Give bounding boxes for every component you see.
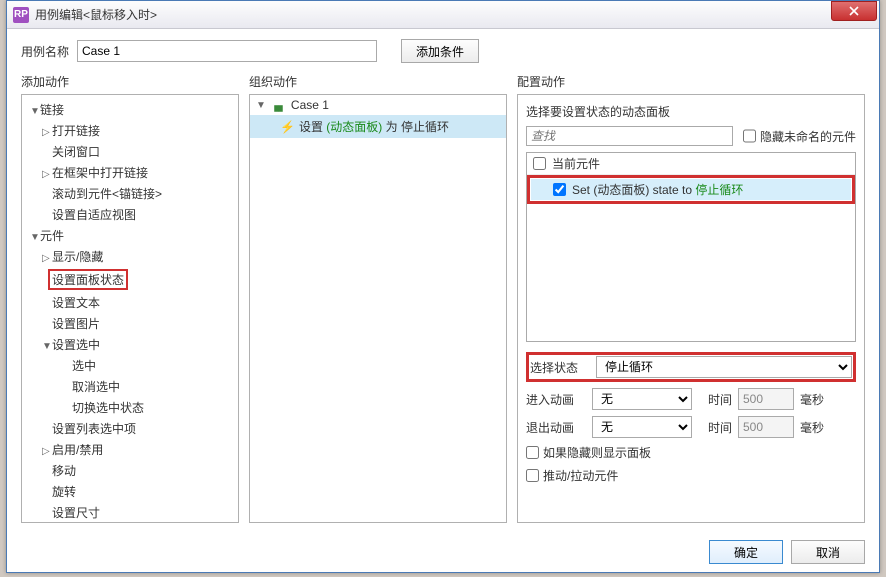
- enter-time-input: [738, 388, 794, 410]
- tree-set-image[interactable]: 设置图片: [22, 313, 238, 334]
- tree-close-window[interactable]: 关闭窗口: [22, 141, 238, 162]
- app-icon: RP: [13, 7, 29, 23]
- tree-enable-disable[interactable]: 启用/禁用: [22, 439, 238, 460]
- tree-set-text[interactable]: 设置文本: [22, 292, 238, 313]
- window-title: 用例编辑<鼠标移入时>: [35, 6, 157, 23]
- tree-open-link[interactable]: 打开链接: [22, 120, 238, 141]
- case-name-input[interactable]: [77, 40, 377, 62]
- tree-set-panel-state[interactable]: 设置面板状态: [22, 267, 238, 292]
- org-action-row[interactable]: ⚡ 设置 (动态面板) 为 停止循环: [250, 115, 506, 138]
- tree-open-in-frame[interactable]: 在框架中打开链接: [22, 162, 238, 183]
- close-button[interactable]: [831, 1, 877, 21]
- cancel-button[interactable]: 取消: [791, 540, 865, 564]
- hide-unnamed-checkbox[interactable]: 隐藏未命名的元件: [743, 126, 856, 146]
- exit-anim-select[interactable]: 无: [592, 416, 692, 438]
- choose-panel-label: 选择要设置状态的动态面板: [526, 103, 856, 120]
- col-header-right: 配置动作: [517, 73, 865, 90]
- col-header-left: 添加动作: [21, 73, 239, 90]
- tree-show-hide[interactable]: 显示/隐藏: [22, 246, 238, 267]
- col-header-mid: 组织动作: [249, 73, 507, 90]
- tree-unselected[interactable]: 取消选中: [22, 376, 238, 397]
- enter-anim-select[interactable]: 无: [592, 388, 692, 410]
- list-row-selected[interactable]: Set (动态面板) state to 停止循环: [531, 179, 851, 200]
- org-case-row[interactable]: ▗▖ Case 1: [250, 95, 506, 115]
- case-icon: ▗▖: [270, 99, 287, 112]
- titlebar: RP 用例编辑<鼠标移入时>: [7, 1, 879, 29]
- tree-selected[interactable]: 选中: [22, 355, 238, 376]
- ok-button[interactable]: 确定: [709, 540, 783, 564]
- exit-anim-label: 退出动画: [526, 419, 586, 436]
- dialog-window: RP 用例编辑<鼠标移入时> 用例名称 添加条件 添加动作 链接 打开链接 关闭…: [6, 0, 880, 573]
- configure-panel: 选择要设置状态的动态面板 隐藏未命名的元件 当前元件: [517, 94, 865, 523]
- enter-time-label: 时间: [698, 391, 732, 408]
- tree-links[interactable]: 链接: [22, 99, 238, 120]
- action-tree-panel: 链接 打开链接 关闭窗口 在框架中打开链接 滚动到元件<锚链接> 设置自适应视图…: [21, 94, 239, 523]
- tree-set-selected[interactable]: 设置选中: [22, 334, 238, 355]
- close-icon: [849, 6, 859, 16]
- push-pull-checkbox[interactable]: 推动/拉动元件: [526, 467, 856, 484]
- tree-adaptive-view[interactable]: 设置自适应视图: [22, 204, 238, 225]
- panel-checkbox[interactable]: [553, 183, 566, 196]
- exit-time-input: [738, 416, 794, 438]
- tree-set-size[interactable]: 设置尺寸: [22, 502, 238, 523]
- case-name-label: 用例名称: [21, 43, 69, 60]
- tree-toggle-selected[interactable]: 切换选中状态: [22, 397, 238, 418]
- bolt-icon: ⚡: [280, 120, 295, 134]
- search-input[interactable]: [526, 126, 733, 146]
- state-label: 选择状态: [530, 359, 590, 376]
- tree-list-selected[interactable]: 设置列表选中项: [22, 418, 238, 439]
- current-widget-checkbox[interactable]: [533, 157, 546, 170]
- panel-row-text: Set (动态面板) state to 停止循环: [572, 181, 743, 198]
- show-if-hidden-checkbox[interactable]: 如果隐藏则显示面板: [526, 444, 856, 461]
- tree-widgets[interactable]: 元件: [22, 225, 238, 246]
- tree-rotate[interactable]: 旋转: [22, 481, 238, 502]
- org-action-text: 设置 (动态面板) 为 停止循环: [299, 118, 449, 135]
- tree-scroll-anchor[interactable]: 滚动到元件<锚链接>: [22, 183, 238, 204]
- panel-listbox: 当前元件 Set (动态面板) state to 停止循环: [526, 152, 856, 342]
- tree-move[interactable]: 移动: [22, 460, 238, 481]
- exit-ms-label: 毫秒: [800, 419, 830, 436]
- list-header-current[interactable]: 当前元件: [527, 153, 855, 175]
- exit-time-label: 时间: [698, 419, 732, 436]
- add-condition-button[interactable]: 添加条件: [401, 39, 479, 63]
- enter-ms-label: 毫秒: [800, 391, 830, 408]
- state-select[interactable]: 停止循环: [596, 356, 852, 378]
- organize-panel: ▗▖ Case 1 ⚡ 设置 (动态面板) 为 停止循环: [249, 94, 507, 523]
- enter-anim-label: 进入动画: [526, 391, 586, 408]
- org-case-label: Case 1: [291, 98, 329, 112]
